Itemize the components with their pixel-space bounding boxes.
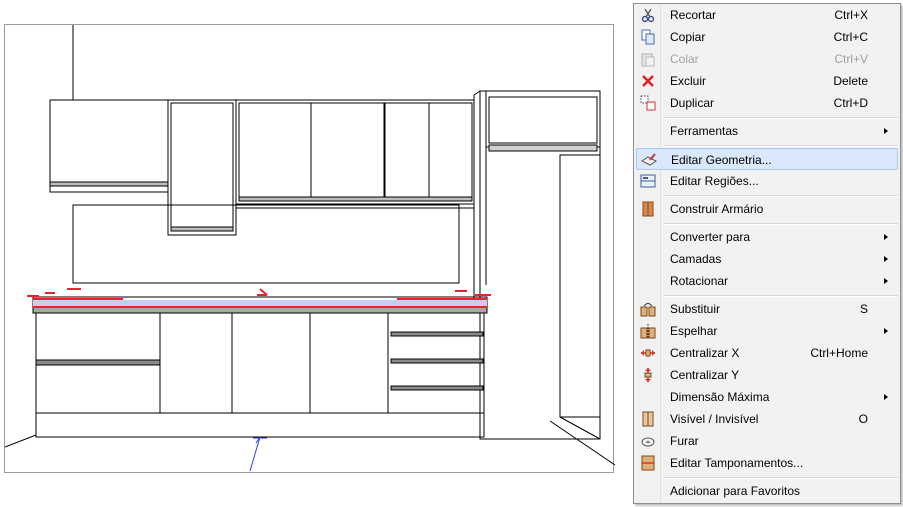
- floor-line-left: [5, 434, 37, 448]
- menu-item-label: Furar: [670, 434, 699, 448]
- menu-item-label: Substituir: [670, 302, 721, 316]
- copy-icon: [640, 29, 656, 45]
- menu-item-center-x[interactable]: Centralizar X Ctrl+Home: [636, 342, 898, 364]
- upper-cabinet-left: [49, 99, 169, 193]
- duplicate-icon: [640, 95, 656, 111]
- menu-item-label: Copiar: [670, 30, 706, 44]
- kitchen-elevation-drawing[interactable]: [5, 25, 615, 474]
- menu-item-copy[interactable]: Copiar Ctrl+C: [636, 26, 898, 48]
- menu-item-shortcut: Ctrl+V: [834, 52, 868, 66]
- menu-separator: [664, 295, 898, 297]
- visibility-icon: [640, 411, 656, 427]
- build-cabinet-icon: [640, 201, 656, 217]
- menu-item-replace[interactable]: Substituir S: [636, 298, 898, 320]
- menu-item-label: Duplicar: [670, 96, 715, 110]
- edit-regions-icon: [640, 173, 656, 189]
- edit-geometry-icon: [641, 152, 657, 168]
- menu-item-max-dimension[interactable]: Dimensão Máxima: [636, 386, 898, 408]
- menu-item-rotate[interactable]: Rotacionar: [636, 270, 898, 292]
- menu-item-label: Recortar: [670, 8, 717, 22]
- drawing-viewport[interactable]: [4, 24, 615, 474]
- menu-item-build-cabinet[interactable]: Construir Armário: [636, 198, 898, 220]
- menu-item-cut[interactable]: Recortar Ctrl+X: [636, 4, 898, 26]
- menu-item-shortcut: Ctrl+Home: [810, 346, 868, 360]
- menu-item-layers[interactable]: Camadas: [636, 248, 898, 270]
- backsplash: [72, 204, 460, 284]
- menu-separator: [664, 117, 898, 119]
- menu-item-center-y[interactable]: Centralizar Y: [636, 364, 898, 386]
- submenu-arrow-icon: [884, 256, 888, 262]
- upper-cabinet-tall: [167, 99, 237, 236]
- delete-x-icon: [640, 73, 656, 89]
- menu-item-label: Editar Geometria...: [671, 153, 772, 167]
- menu-item-label: Rotacionar: [670, 274, 729, 288]
- menu-item-edit-regions[interactable]: Editar Regiões...: [636, 170, 898, 192]
- menu-item-label: Editar Tamponamentos...: [670, 456, 804, 470]
- menu-item-tools[interactable]: Ferramentas: [636, 120, 898, 142]
- door-lower-2: [231, 312, 311, 414]
- menu-item-label: Converter para: [670, 230, 751, 244]
- center-y-icon: [640, 367, 656, 383]
- menu-item-label: Camadas: [670, 252, 722, 266]
- submenu-arrow-icon: [884, 394, 888, 400]
- menu-item-label: Construir Armário: [670, 202, 764, 216]
- door-lower-3: [309, 312, 389, 414]
- menu-item-edit-covers[interactable]: Editar Tamponamentos...: [636, 452, 898, 474]
- submenu-arrow-icon: [884, 328, 888, 334]
- context-menu: Recortar Ctrl+X Copiar Ctrl+C Colar Ctrl…: [633, 3, 901, 504]
- menu-item-shortcut: S: [859, 302, 868, 316]
- menu-item-convert-to[interactable]: Converter para: [636, 226, 898, 248]
- menu-item-label: Editar Regiões...: [670, 174, 759, 188]
- mirror-icon: [640, 323, 656, 339]
- menu-separator: [664, 477, 898, 479]
- menu-item-label: Visível / Invisível: [670, 412, 759, 426]
- menu-item-visibility[interactable]: Visível / Invisível O: [636, 408, 898, 430]
- menu-item-delete[interactable]: Excluir Delete: [636, 70, 898, 92]
- paste-icon: [640, 51, 656, 67]
- menu-item-label: Ferramentas: [670, 124, 739, 138]
- menu-item-duplicate[interactable]: Duplicar Ctrl+D: [636, 92, 898, 114]
- menu-item-mirror[interactable]: Espelhar: [636, 320, 898, 342]
- menu-separator: [664, 145, 898, 147]
- center-x-icon: [640, 345, 656, 361]
- menu-item-add-favorites[interactable]: Adicionar para Favoritos: [636, 480, 898, 502]
- menu-item-label: Espelhar: [670, 324, 718, 338]
- menu-item-drill[interactable]: Furar: [636, 430, 898, 452]
- upper-cabinet-right: [235, 99, 475, 205]
- submenu-arrow-icon: [884, 128, 888, 134]
- menu-item-label: Centralizar Y: [670, 368, 740, 382]
- menu-separator: [664, 195, 898, 197]
- countertop-selection: [33, 300, 487, 307]
- submenu-arrow-icon: [884, 234, 888, 240]
- menu-separator: [664, 223, 898, 225]
- menu-item-label: Excluir: [670, 74, 707, 88]
- menu-item-shortcut: Ctrl+X: [834, 8, 868, 22]
- replace-icon: [640, 301, 656, 317]
- door-lower-1: [159, 312, 233, 414]
- menu-item-label: Centralizar X: [670, 346, 740, 360]
- menu-item-shortcut: Ctrl+D: [833, 96, 868, 110]
- menu-item-label: Colar: [670, 52, 699, 66]
- edit-covers-icon: [640, 455, 656, 471]
- menu-item-shortcut: Delete: [833, 74, 868, 88]
- menu-item-label: Adicionar para Favoritos: [670, 484, 801, 498]
- drill-icon: [640, 433, 656, 449]
- axis-arrow-icon: [249, 436, 267, 472]
- menu-item-shortcut: Ctrl+C: [833, 30, 868, 44]
- submenu-arrow-icon: [884, 278, 888, 284]
- menu-item-shortcut: O: [858, 412, 868, 426]
- menu-item-label: Dimensão Máxima: [670, 390, 770, 404]
- menu-item-edit-geometry[interactable]: Editar Geometria...: [636, 148, 898, 170]
- scissors-icon: [640, 7, 656, 23]
- menu-item-paste[interactable]: Colar Ctrl+V: [636, 48, 898, 70]
